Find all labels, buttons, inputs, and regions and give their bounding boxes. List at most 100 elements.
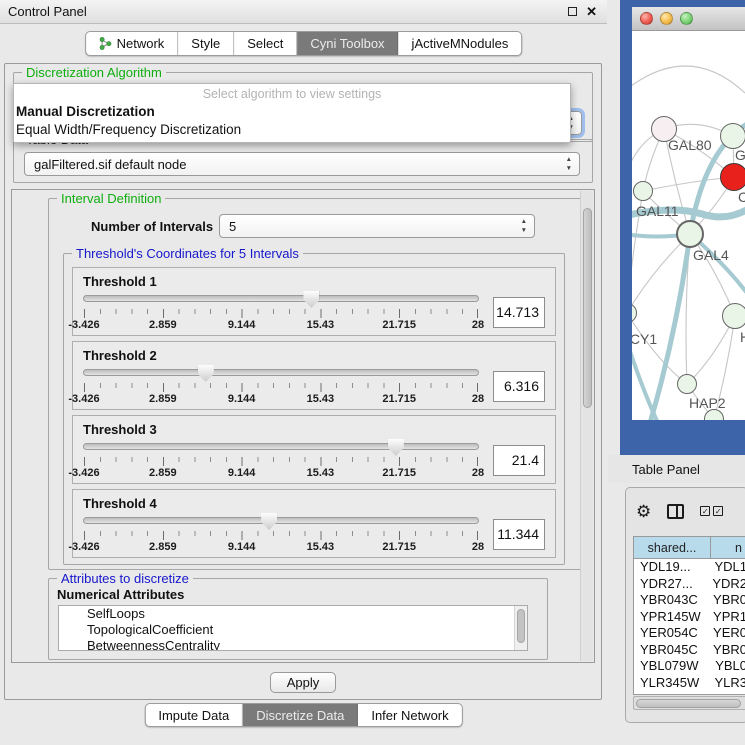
node-label-partial-top: G xyxy=(735,147,745,163)
slider-thumb[interactable] xyxy=(261,513,277,530)
tab-discretize-data-label: Discretize Data xyxy=(256,708,344,723)
tab-infer-network[interactable]: Infer Network xyxy=(358,704,461,726)
close-icon[interactable]: ✕ xyxy=(586,6,597,18)
table-row[interactable]: YDR27...YDR2 xyxy=(634,576,745,593)
threshold-1-slider[interactable]: -3.4262.8599.14415.4321.71528 xyxy=(83,290,479,334)
settings-scrollpane: Interval Definition Number of Intervals … xyxy=(11,189,595,663)
column-header-name[interactable]: n xyxy=(711,537,745,558)
threshold-1-row: Threshold 1 -3.4262.8599.14415.4321.7152… xyxy=(72,267,556,336)
dropdown-option-manual[interactable]: Manual Discretization xyxy=(14,103,570,121)
tab-select[interactable]: Select xyxy=(234,32,297,55)
network-view-window: GAL80 G C GAL11 GAL4 GCY1 H HAP2 xyxy=(620,0,745,455)
slider-thumb[interactable] xyxy=(303,291,319,308)
numerical-attributes-list[interactable]: SelfLoops TopologicalCoefficient Between… xyxy=(58,605,528,651)
number-of-intervals-combobox[interactable]: 5 ▲▼ xyxy=(219,214,535,238)
slider-track[interactable] xyxy=(83,517,479,524)
algorithm-dropdown-popup: Select algorithm to view settings Manual… xyxy=(13,83,571,143)
list-item[interactable]: TopologicalCoefficient xyxy=(59,622,527,638)
node-gal11[interactable] xyxy=(633,181,653,201)
tab-impute-data[interactable]: Impute Data xyxy=(145,704,243,726)
node-hap2[interactable] xyxy=(677,374,697,394)
gear-icon[interactable]: ⚙ xyxy=(636,503,651,520)
threshold-3-label: Threshold 3 xyxy=(83,422,545,437)
threshold-3-slider[interactable]: -3.4262.8599.14415.4321.71528 xyxy=(83,438,479,482)
dropdown-option-equal-width[interactable]: Equal Width/Frequency Discretization xyxy=(14,121,570,139)
control-panel-window: Control Panel ✕ Network xyxy=(0,0,607,745)
threshold-4-label: Threshold 4 xyxy=(83,496,545,511)
node-label-gal4: GAL4 xyxy=(693,247,729,263)
float-window-icon[interactable] xyxy=(568,7,577,16)
network-canvas[interactable]: GAL80 G C GAL11 GAL4 GCY1 H HAP2 xyxy=(632,31,745,420)
slider-track[interactable] xyxy=(83,369,479,376)
checkbox-icon[interactable]: ✓ xyxy=(700,506,710,516)
node-label-gal11: GAL11 xyxy=(636,203,679,219)
tab-cyni-toolbox[interactable]: Cyni Toolbox xyxy=(297,32,398,55)
mac-close-icon[interactable] xyxy=(640,12,653,25)
apply-button[interactable]: Apply xyxy=(270,672,336,693)
screen: Control Panel ✕ Network xyxy=(0,0,745,745)
table-row[interactable]: YPR145WYPR1 xyxy=(634,609,745,626)
list-item[interactable]: SelfLoops xyxy=(59,606,527,622)
number-of-intervals-label: Number of Intervals xyxy=(91,219,213,234)
node-selected-red[interactable] xyxy=(720,163,745,191)
scrollbar-thumb[interactable] xyxy=(636,699,741,708)
tab-jactivemnodules[interactable]: jActiveMNodules xyxy=(399,32,522,55)
dropdown-hint: Select algorithm to view settings xyxy=(14,84,570,103)
node-label-gcy1: GCY1 xyxy=(632,331,657,347)
slider-tick-labels: -3.4262.8599.14415.4321.71528 xyxy=(84,393,478,406)
threshold-2-slider[interactable]: -3.4262.8599.14415.4321.71528 xyxy=(83,364,479,408)
cyni-toolbox-panel: Discretization Algorithm ▲▼ Select algor… xyxy=(4,63,602,700)
threshold-1-value-field[interactable] xyxy=(493,297,545,328)
table-row[interactable]: YLR345WYLR3 xyxy=(634,675,745,692)
table-data-combobox[interactable]: galFiltered.sif default node ▲▼ xyxy=(24,152,580,176)
control-panel-tabs: Network Style Select Cyni Toolbox jActiv… xyxy=(85,31,523,56)
table-row[interactable]: YBL079WYBL0 xyxy=(634,658,745,675)
threshold-4-slider[interactable]: -3.4262.8599.14415.4321.71528 xyxy=(83,512,479,556)
table-row[interactable]: YER054CYER0 xyxy=(634,625,745,642)
threshold-2-row: Threshold 2 -3.4262.8599.14415.4321.7152… xyxy=(72,341,556,410)
list-scrollbar[interactable] xyxy=(514,606,527,650)
table-row[interactable]: YIL053CYIL0 xyxy=(634,691,745,695)
stepper-icon: ▲▼ xyxy=(521,217,527,235)
node-gal4[interactable] xyxy=(676,220,704,248)
table-panel-bar: Table Panel xyxy=(608,455,745,483)
threshold-3-value-field[interactable] xyxy=(493,445,545,476)
checkbox-icon[interactable]: ✓ xyxy=(713,506,723,516)
settings-scrollbar[interactable] xyxy=(580,191,593,661)
cyni-bottom-tabs: Impute Data Discretize Data Infer Networ… xyxy=(144,703,462,727)
table-row[interactable]: YDL19...YDL1 xyxy=(634,559,745,576)
tab-impute-data-label: Impute Data xyxy=(158,708,229,723)
mac-minimize-icon[interactable] xyxy=(660,12,673,25)
interval-definition-title: Interval Definition xyxy=(57,191,165,206)
number-of-intervals-value: 5 xyxy=(229,219,236,234)
slider-ticks xyxy=(84,531,478,540)
scrollbar-thumb[interactable] xyxy=(583,208,592,408)
stepper-icon: ▲▼ xyxy=(566,155,572,173)
slider-ticks xyxy=(84,309,478,318)
node-right[interactable] xyxy=(722,303,745,329)
network-icon xyxy=(99,36,112,51)
tab-network[interactable]: Network xyxy=(86,32,179,55)
slider-thumb[interactable] xyxy=(388,439,404,456)
node-top-right[interactable] xyxy=(720,123,745,149)
control-panel-titlebar: Control Panel ✕ xyxy=(0,0,607,24)
network-window-titlebar[interactable] xyxy=(632,7,745,31)
column-header-shared-name[interactable]: shared... xyxy=(634,537,711,558)
threshold-2-value-field[interactable] xyxy=(493,371,545,402)
tab-infer-network-label: Infer Network xyxy=(371,708,448,723)
columns-icon[interactable] xyxy=(667,504,684,519)
list-item[interactable]: BetweennessCentrality xyxy=(59,638,527,651)
threshold-4-value-field[interactable] xyxy=(493,519,545,550)
mac-zoom-icon[interactable] xyxy=(680,12,693,25)
table-horizontal-scrollbar[interactable] xyxy=(633,696,745,710)
slider-track[interactable] xyxy=(83,443,479,450)
tab-discretize-data[interactable]: Discretize Data xyxy=(243,704,358,726)
slider-thumb[interactable] xyxy=(198,365,214,382)
table-data-group: Table Data galFiltered.sif default node … xyxy=(13,139,593,183)
table-row[interactable]: YBR045CYBR0 xyxy=(634,642,745,659)
slider-track[interactable] xyxy=(83,295,479,302)
table-row[interactable]: YBR043CYBR0 xyxy=(634,592,745,609)
tab-style[interactable]: Style xyxy=(178,32,234,55)
tab-select-label: Select xyxy=(247,36,283,51)
node-table: shared... n YDL19...YDL1 YDR27...YDR2 YB… xyxy=(633,536,745,695)
